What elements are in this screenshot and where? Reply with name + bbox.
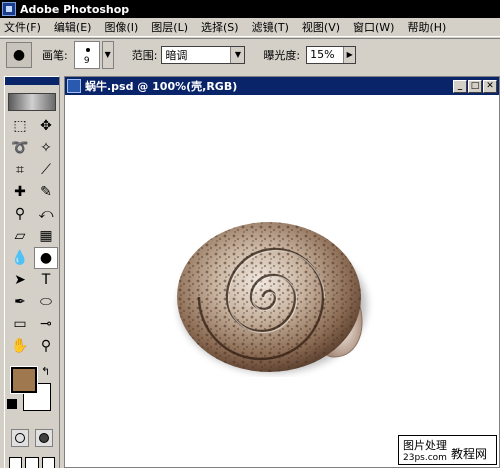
stamp-tool-icon[interactable]: ⚲ — [8, 203, 32, 225]
lasso-tool-icon[interactable]: ➰ — [8, 137, 32, 159]
chevron-down-icon[interactable]: ▼ — [230, 46, 245, 63]
app-title: Adobe Photoshop — [20, 2, 130, 16]
toolbox-titlebar[interactable] — [5, 77, 59, 85]
slice-tool-icon[interactable]: ⟋ — [34, 159, 58, 181]
brush-dot-icon — [85, 47, 90, 52]
path-selection-tool-icon[interactable]: ➤ — [8, 269, 32, 291]
maximize-button[interactable]: □ — [468, 79, 482, 93]
brush-dropdown-button[interactable]: ▼ — [101, 40, 114, 69]
menu-filter[interactable]: 滤镜(T) — [252, 19, 289, 35]
eyedropper-tool-icon[interactable]: ⊸ — [34, 313, 58, 335]
move-tool-icon[interactable]: ✥ — [34, 115, 58, 137]
menu-view[interactable]: 视图(V) — [302, 19, 340, 35]
watermark-line2: 23ps.com — [403, 453, 447, 463]
type-tool-icon[interactable]: T — [34, 269, 58, 291]
minimize-button[interactable]: _ — [453, 79, 467, 93]
toolbox-logo[interactable] — [8, 93, 56, 111]
menu-bar: 文件(F) 编辑(E) 图像(I) 图层(L) 选择(S) 滤镜(T) 视图(V… — [0, 18, 500, 37]
menu-layer[interactable]: 图层(L) — [151, 19, 188, 35]
range-label: 范围: — [131, 48, 158, 62]
burn-tool-icon[interactable]: ● — [34, 247, 58, 269]
eraser-tool-icon[interactable]: ▱ — [8, 225, 32, 247]
brush-label: 画笔: — [42, 48, 68, 62]
document-title: 蜗牛.psd @ 100%(壳,RGB) — [85, 80, 238, 93]
zoom-tool-icon[interactable]: ⚲ — [34, 335, 58, 357]
standard-mode-icon — [15, 433, 25, 443]
document-titlebar[interactable]: 蜗牛.psd @ 100%(壳,RGB) _ □ ✕ — [65, 77, 499, 95]
quick-mask-icon — [39, 433, 49, 443]
menu-edit[interactable]: 编辑(E) — [54, 19, 92, 35]
standard-mode-button[interactable] — [11, 429, 29, 447]
hand-tool-icon[interactable]: ✋ — [8, 335, 32, 357]
chevron-right-icon[interactable]: ▶ — [343, 46, 356, 63]
snail-shell-image — [177, 222, 367, 373]
pen-tool-icon[interactable]: ✒ — [8, 291, 32, 313]
menu-help[interactable]: 帮助(H) — [407, 19, 446, 35]
exposure-field[interactable]: 15% ▶ — [306, 45, 357, 64]
watermark-logo: 图片处理 23ps.com 教程网 — [398, 435, 497, 465]
window-controls: _ □ ✕ — [453, 79, 497, 93]
document-icon — [67, 79, 81, 93]
foreground-color-swatch[interactable] — [10, 366, 38, 394]
document-canvas[interactable]: 图片处理 23ps.com 教程网 — [65, 95, 499, 467]
range-value: 暗调 — [165, 48, 188, 62]
photoshop-app-icon — [2, 2, 16, 16]
blur-tool-icon[interactable]: 💧 — [8, 247, 32, 269]
screen-mode-row — [5, 451, 59, 468]
crop-tool-icon[interactable]: ⌗ — [8, 159, 32, 181]
gradient-tool-icon[interactable]: ▦ — [34, 225, 58, 247]
swap-colors-icon[interactable]: ↰ — [41, 365, 50, 378]
toolbox: ⬚ ✥ ➰ ✧ ⌗ ⟋ ✚ ✎ ⚲ ⤺ ▱ ▦ 💧 ● ➤ T ✒ ⬭ ▭ ⊸ ✋ ⚲ ↰ — [4, 76, 60, 468]
color-swatches: ↰ — [5, 363, 59, 419]
watermark-line3: 教程网 — [451, 447, 488, 461]
shape-tool-icon[interactable]: ⬭ — [34, 291, 58, 313]
menu-select[interactable]: 选择(S) — [201, 19, 239, 35]
default-colors-icon[interactable] — [7, 399, 17, 409]
brush-preview[interactable]: 9 — [73, 40, 100, 69]
healing-brush-tool-icon[interactable]: ✚ — [8, 181, 32, 203]
document-window: 蜗牛.psd @ 100%(壳,RGB) _ □ ✕ 图片处理 23ps.com… — [64, 76, 500, 468]
magic-wand-tool-icon[interactable]: ✧ — [34, 137, 58, 159]
full-screen-button[interactable] — [41, 457, 55, 468]
standard-screen-button[interactable] — [9, 457, 23, 468]
options-bar: ● 画笔: 9 ▼ 范围: 暗调 ▼ 曝光度: 15% ▶ — [0, 38, 500, 70]
quick-mask-button[interactable] — [35, 429, 53, 447]
full-screen-menu-button[interactable] — [25, 457, 39, 468]
tool-preset-icon[interactable]: ● — [6, 41, 32, 68]
watermark-line1: 图片处理 — [403, 439, 447, 452]
close-button[interactable]: ✕ — [483, 79, 497, 93]
app-titlebar: Adobe Photoshop — [0, 0, 500, 18]
menu-image[interactable]: 图像(I) — [104, 19, 138, 35]
menu-window[interactable]: 窗口(W) — [353, 19, 394, 35]
exposure-value: 15% — [310, 48, 335, 61]
notes-tool-icon[interactable]: ▭ — [8, 313, 32, 335]
marquee-tool-icon[interactable]: ⬚ — [8, 115, 32, 137]
range-select[interactable]: 暗调 ▼ — [161, 45, 246, 64]
brush-size: 9 — [83, 55, 90, 66]
history-brush-tool-icon[interactable]: ⤺ — [34, 203, 58, 225]
brush-tool-icon[interactable]: ✎ — [34, 181, 58, 203]
exposure-label: 曝光度: — [263, 48, 301, 62]
menu-file[interactable]: 文件(F) — [4, 19, 41, 35]
mask-mode-row — [5, 425, 59, 451]
tool-grid: ⬚ ✥ ➰ ✧ ⌗ ⟋ ✚ ✎ ⚲ ⤺ ▱ ▦ 💧 ● ➤ T ✒ ⬭ ▭ ⊸ ✋ ⚲ — [5, 115, 59, 357]
